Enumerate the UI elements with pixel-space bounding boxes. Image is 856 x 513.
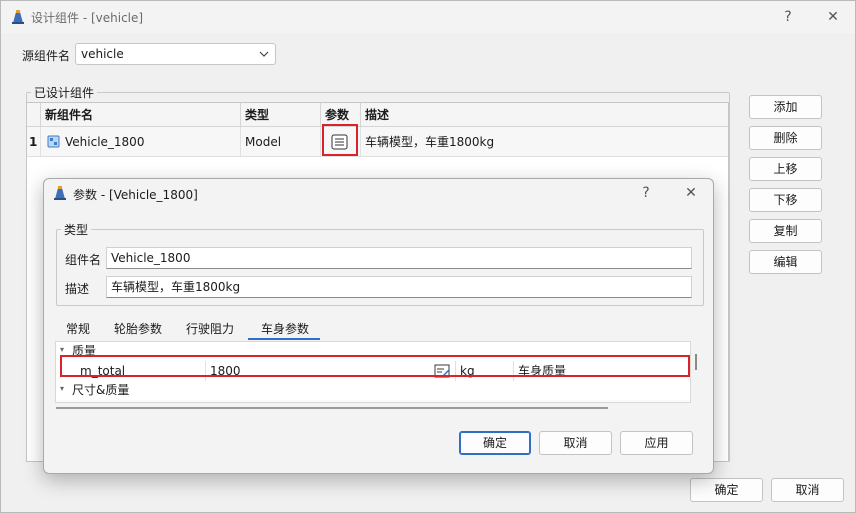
- row-index: 1: [27, 127, 41, 157]
- row-name-text: Vehicle_1800: [65, 135, 145, 149]
- source-component-value: vehicle: [81, 47, 124, 61]
- table-row[interactable]: 1 Vehicle_1800 Model 车辆模型，车重1800kg: [27, 124, 728, 157]
- mass-row-highlight-box: [60, 355, 690, 377]
- help-button[interactable]: ?: [774, 3, 802, 31]
- window-title: 设计组件 - [vehicle]: [31, 11, 144, 25]
- tab-general[interactable]: 常规: [58, 318, 98, 340]
- active-tab-indicator: [248, 338, 320, 340]
- move-down-button[interactable]: 下移: [749, 188, 822, 212]
- edit-button[interactable]: 编辑: [749, 250, 822, 274]
- chevron-down-icon: [259, 51, 269, 57]
- params-button-icon[interactable]: [331, 134, 348, 150]
- dialog-apply-button[interactable]: 应用: [620, 431, 693, 455]
- delete-button[interactable]: 删除: [749, 126, 822, 150]
- component-name-input[interactable]: Vehicle_1800: [106, 247, 692, 269]
- dialog-ok-button[interactable]: 确定: [459, 431, 531, 455]
- tab-driving-resistance[interactable]: 行驶阻力: [179, 318, 241, 340]
- category-size-mass-label: 尺寸&质量: [72, 383, 130, 397]
- designed-components-title: 已设计组件: [31, 84, 98, 101]
- dialog-close-button[interactable]: ✕: [677, 179, 705, 207]
- row-name[interactable]: Vehicle_1800: [41, 127, 241, 157]
- type-group-title: 类型: [61, 221, 92, 238]
- row-desc: 车辆模型，车重1800kg: [361, 127, 728, 157]
- row-type: Model: [241, 127, 321, 157]
- dialog-help-button[interactable]: ?: [632, 179, 660, 207]
- dialog-cancel-button[interactable]: 取消: [539, 431, 612, 455]
- collapse-icon: ▾: [60, 384, 65, 393]
- dialog-app-icon: [54, 186, 66, 200]
- row-params-cell: [321, 124, 361, 157]
- app-icon: [12, 10, 24, 24]
- copy-button[interactable]: 复制: [749, 219, 822, 243]
- component-name-label: 组件名: [65, 253, 102, 267]
- column-header-desc[interactable]: 描述: [361, 103, 728, 127]
- ok-button[interactable]: 确定: [690, 478, 763, 502]
- cancel-button[interactable]: 取消: [771, 478, 844, 502]
- description-label: 描述: [65, 282, 90, 296]
- table-corner: [27, 103, 41, 127]
- category-size-mass[interactable]: ▾ 尺寸&质量: [56, 381, 690, 399]
- column-header-name[interactable]: 新组件名: [41, 103, 241, 127]
- tab-tire-params[interactable]: 轮胎参数: [108, 318, 168, 340]
- partial-row: [56, 400, 690, 402]
- dialog-title: 参数 - [Vehicle_1800]: [73, 188, 198, 202]
- title-bar: 设计组件 - [vehicle] ? ✕: [1, 1, 855, 33]
- close-button[interactable]: ✕: [819, 3, 847, 31]
- add-button[interactable]: 添加: [749, 95, 822, 119]
- component-icon: [47, 135, 60, 148]
- tab-body-params[interactable]: 车身参数: [249, 318, 321, 340]
- horizontal-scrollbar[interactable]: [56, 407, 608, 409]
- description-input[interactable]: 车辆模型，车重1800kg: [106, 276, 692, 298]
- source-component-label: 源组件名: [22, 49, 71, 63]
- source-component-select[interactable]: vehicle: [75, 43, 276, 65]
- column-header-type[interactable]: 类型: [241, 103, 321, 127]
- parameters-dialog: 参数 - [Vehicle_1800] ? ✕ 类型 组件名 Vehicle_1…: [43, 178, 714, 474]
- scrollbar-thumb[interactable]: [695, 354, 697, 370]
- move-up-button[interactable]: 上移: [749, 157, 822, 181]
